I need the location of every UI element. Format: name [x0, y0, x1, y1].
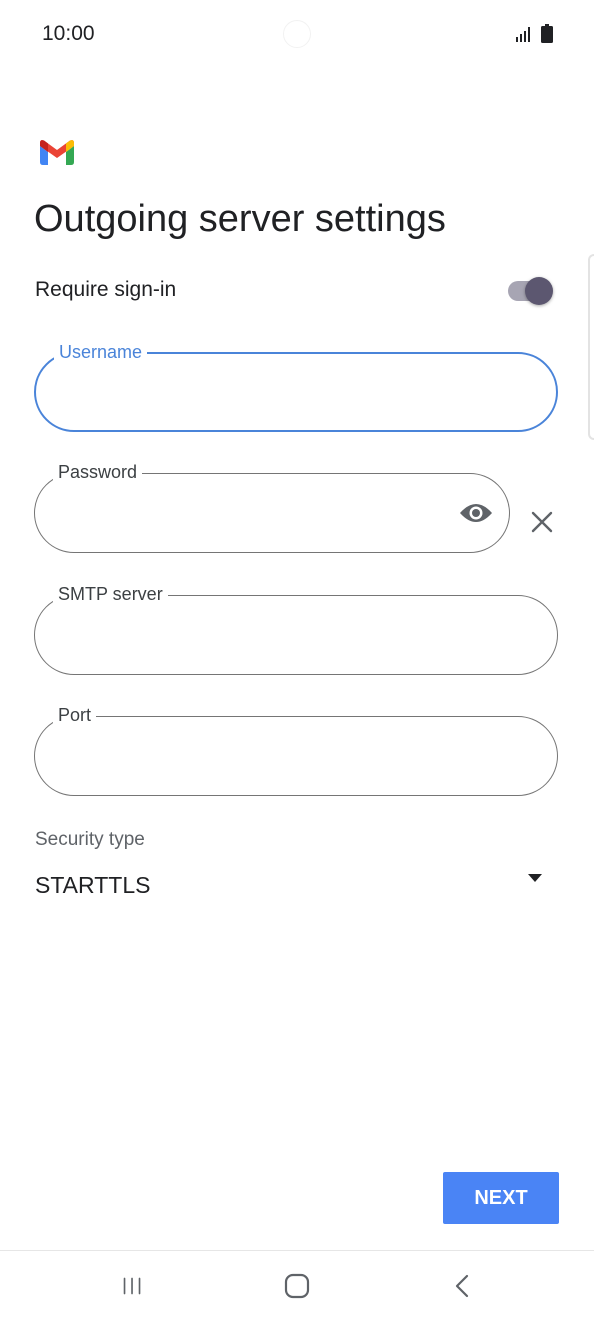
clear-icon[interactable] [530, 510, 554, 534]
battery-icon [541, 24, 553, 43]
camera-cutout [283, 20, 311, 48]
password-field[interactable]: Password [34, 461, 510, 553]
username-label: Username [54, 341, 148, 363]
password-input[interactable] [59, 494, 443, 532]
navigation-bar [0, 1251, 594, 1320]
security-type-value: STARTTLS [35, 872, 151, 898]
show-password-icon[interactable] [459, 500, 493, 526]
status-bar: 10:00 [0, 0, 594, 70]
require-signin-label: Require sign-in [35, 278, 177, 301]
password-label: Password [53, 461, 143, 483]
require-signin-toggle[interactable] [508, 275, 556, 307]
smtp-server-label: SMTP server [53, 583, 168, 605]
security-type-dropdown[interactable]: STARTTLS [34, 862, 558, 908]
username-field[interactable]: Username [34, 341, 558, 432]
dropdown-arrow-icon [528, 874, 542, 882]
back-icon[interactable] [443, 1271, 483, 1301]
gmail-icon [40, 140, 74, 165]
username-input[interactable] [60, 374, 536, 412]
status-time: 10:00 [42, 22, 95, 45]
security-type-label: Security type [35, 829, 145, 850]
next-button[interactable]: NEXT [443, 1172, 559, 1224]
port-input[interactable] [59, 737, 537, 775]
home-icon[interactable] [277, 1271, 317, 1301]
smtp-server-input[interactable] [59, 616, 537, 654]
edge-panel-handle[interactable] [588, 254, 594, 440]
page-title: Outgoing server settings [34, 198, 446, 240]
port-label: Port [53, 704, 97, 726]
port-field[interactable]: Port [34, 704, 558, 796]
toggle-thumb [525, 277, 553, 305]
smtp-server-field[interactable]: SMTP server [34, 583, 558, 675]
signal-icon [516, 27, 530, 42]
recents-icon[interactable] [112, 1271, 152, 1301]
